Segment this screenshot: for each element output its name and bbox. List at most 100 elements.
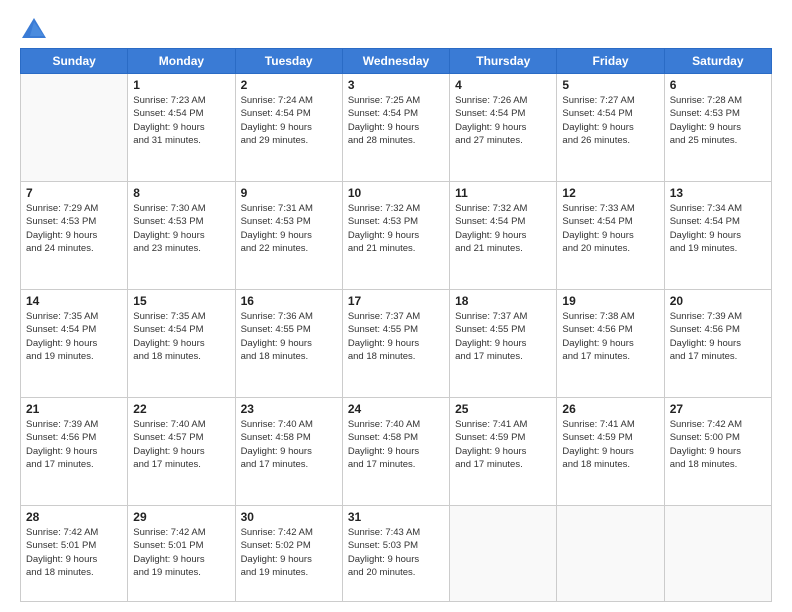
calendar-cell: 14 Sunrise: 7:35 AM Sunset: 4:54 PM Dayli… bbox=[21, 290, 128, 398]
day-number: 21 bbox=[26, 402, 122, 416]
calendar-cell: 29 Sunrise: 7:42 AM Sunset: 5:01 PM Dayli… bbox=[128, 506, 235, 602]
calendar-cell: 25 Sunrise: 7:41 AM Sunset: 4:59 PM Dayli… bbox=[450, 398, 557, 506]
calendar-week-row: 7 Sunrise: 7:29 AM Sunset: 4:53 PM Daylig… bbox=[21, 182, 772, 290]
day-number: 5 bbox=[562, 78, 658, 92]
day-info: Sunrise: 7:42 AM Sunset: 5:01 PM Dayligh… bbox=[133, 526, 229, 579]
day-info: Sunrise: 7:35 AM Sunset: 4:54 PM Dayligh… bbox=[26, 310, 122, 363]
header bbox=[20, 16, 772, 44]
calendar-cell: 6 Sunrise: 7:28 AM Sunset: 4:53 PM Daylig… bbox=[664, 74, 771, 182]
calendar-cell: 5 Sunrise: 7:27 AM Sunset: 4:54 PM Daylig… bbox=[557, 74, 664, 182]
day-info: Sunrise: 7:38 AM Sunset: 4:56 PM Dayligh… bbox=[562, 310, 658, 363]
day-info: Sunrise: 7:37 AM Sunset: 4:55 PM Dayligh… bbox=[455, 310, 551, 363]
calendar-cell: 20 Sunrise: 7:39 AM Sunset: 4:56 PM Dayli… bbox=[664, 290, 771, 398]
calendar-day-header: Monday bbox=[128, 49, 235, 74]
calendar-cell: 23Sunrise: 7:40 AM Sunset: 4:58 PM Dayli… bbox=[235, 398, 342, 506]
calendar-day-header: Tuesday bbox=[235, 49, 342, 74]
calendar-cell: 2 Sunrise: 7:24 AM Sunset: 4:54 PM Daylig… bbox=[235, 74, 342, 182]
day-number: 19 bbox=[562, 294, 658, 308]
day-number: 23 bbox=[241, 402, 337, 416]
calendar-cell bbox=[21, 74, 128, 182]
calendar-day-header: Wednesday bbox=[342, 49, 449, 74]
calendar-week-row: 1 Sunrise: 7:23 AM Sunset: 4:54 PM Daylig… bbox=[21, 74, 772, 182]
page: SundayMondayTuesdayWednesdayThursdayFrid… bbox=[0, 0, 792, 612]
calendar-cell: 4 Sunrise: 7:26 AM Sunset: 4:54 PM Daylig… bbox=[450, 74, 557, 182]
day-number: 7 bbox=[26, 186, 122, 200]
calendar-cell: 8Sunrise: 7:30 AM Sunset: 4:53 PM Daylig… bbox=[128, 182, 235, 290]
calendar-day-header: Sunday bbox=[21, 49, 128, 74]
calendar-cell: 19 Sunrise: 7:38 AM Sunset: 4:56 PM Dayli… bbox=[557, 290, 664, 398]
calendar-cell: 7 Sunrise: 7:29 AM Sunset: 4:53 PM Daylig… bbox=[21, 182, 128, 290]
day-info: Sunrise: 7:36 AM Sunset: 4:55 PM Dayligh… bbox=[241, 310, 337, 363]
day-number: 18 bbox=[455, 294, 551, 308]
calendar-day-header: Friday bbox=[557, 49, 664, 74]
calendar-cell: 21Sunrise: 7:39 AM Sunset: 4:56 PM Dayli… bbox=[21, 398, 128, 506]
day-info: Sunrise: 7:34 AM Sunset: 4:54 PM Dayligh… bbox=[670, 202, 766, 255]
calendar-week-row: 28Sunrise: 7:42 AM Sunset: 5:01 PM Dayli… bbox=[21, 506, 772, 602]
logo-icon bbox=[20, 16, 48, 44]
calendar-cell: 1 Sunrise: 7:23 AM Sunset: 4:54 PM Daylig… bbox=[128, 74, 235, 182]
day-info: Sunrise: 7:23 AM Sunset: 4:54 PM Dayligh… bbox=[133, 94, 229, 147]
day-number: 24 bbox=[348, 402, 444, 416]
day-number: 30 bbox=[241, 510, 337, 524]
day-info: Sunrise: 7:42 AM Sunset: 5:01 PM Dayligh… bbox=[26, 526, 122, 579]
calendar-cell: 10 Sunrise: 7:32 AM Sunset: 4:53 PM Dayli… bbox=[342, 182, 449, 290]
calendar-cell: 17 Sunrise: 7:37 AM Sunset: 4:55 PM Dayli… bbox=[342, 290, 449, 398]
day-info: Sunrise: 7:41 AM Sunset: 4:59 PM Dayligh… bbox=[562, 418, 658, 471]
day-info: Sunrise: 7:35 AM Sunset: 4:54 PM Dayligh… bbox=[133, 310, 229, 363]
day-info: Sunrise: 7:37 AM Sunset: 4:55 PM Dayligh… bbox=[348, 310, 444, 363]
calendar-cell: 31 Sunrise: 7:43 AM Sunset: 5:03 PM Dayli… bbox=[342, 506, 449, 602]
calendar-cell: 28Sunrise: 7:42 AM Sunset: 5:01 PM Dayli… bbox=[21, 506, 128, 602]
calendar-cell bbox=[450, 506, 557, 602]
day-number: 15 bbox=[133, 294, 229, 308]
day-number: 31 bbox=[348, 510, 444, 524]
day-info: Sunrise: 7:32 AM Sunset: 4:54 PM Dayligh… bbox=[455, 202, 551, 255]
day-info: Sunrise: 7:40 AM Sunset: 4:57 PM Dayligh… bbox=[133, 418, 229, 471]
day-info: Sunrise: 7:26 AM Sunset: 4:54 PM Dayligh… bbox=[455, 94, 551, 147]
calendar-week-row: 21Sunrise: 7:39 AM Sunset: 4:56 PM Dayli… bbox=[21, 398, 772, 506]
calendar-header-row: SundayMondayTuesdayWednesdayThursdayFrid… bbox=[21, 49, 772, 74]
day-info: Sunrise: 7:31 AM Sunset: 4:53 PM Dayligh… bbox=[241, 202, 337, 255]
calendar-cell bbox=[557, 506, 664, 602]
day-number: 3 bbox=[348, 78, 444, 92]
calendar-cell: 9Sunrise: 7:31 AM Sunset: 4:53 PM Daylig… bbox=[235, 182, 342, 290]
calendar-cell bbox=[664, 506, 771, 602]
day-info: Sunrise: 7:24 AM Sunset: 4:54 PM Dayligh… bbox=[241, 94, 337, 147]
calendar-cell: 12Sunrise: 7:33 AM Sunset: 4:54 PM Dayli… bbox=[557, 182, 664, 290]
day-info: Sunrise: 7:43 AM Sunset: 5:03 PM Dayligh… bbox=[348, 526, 444, 579]
day-number: 14 bbox=[26, 294, 122, 308]
day-number: 11 bbox=[455, 186, 551, 200]
day-number: 17 bbox=[348, 294, 444, 308]
day-info: Sunrise: 7:40 AM Sunset: 4:58 PM Dayligh… bbox=[348, 418, 444, 471]
day-number: 16 bbox=[241, 294, 337, 308]
day-info: Sunrise: 7:41 AM Sunset: 4:59 PM Dayligh… bbox=[455, 418, 551, 471]
day-info: Sunrise: 7:39 AM Sunset: 4:56 PM Dayligh… bbox=[670, 310, 766, 363]
calendar-table: SundayMondayTuesdayWednesdayThursdayFrid… bbox=[20, 48, 772, 602]
calendar-week-row: 14 Sunrise: 7:35 AM Sunset: 4:54 PM Dayli… bbox=[21, 290, 772, 398]
day-number: 22 bbox=[133, 402, 229, 416]
day-number: 12 bbox=[562, 186, 658, 200]
calendar-cell: 3 Sunrise: 7:25 AM Sunset: 4:54 PM Daylig… bbox=[342, 74, 449, 182]
day-number: 2 bbox=[241, 78, 337, 92]
day-info: Sunrise: 7:42 AM Sunset: 5:00 PM Dayligh… bbox=[670, 418, 766, 471]
day-info: Sunrise: 7:29 AM Sunset: 4:53 PM Dayligh… bbox=[26, 202, 122, 255]
day-number: 1 bbox=[133, 78, 229, 92]
day-info: Sunrise: 7:32 AM Sunset: 4:53 PM Dayligh… bbox=[348, 202, 444, 255]
calendar-cell: 24 Sunrise: 7:40 AM Sunset: 4:58 PM Dayli… bbox=[342, 398, 449, 506]
day-number: 29 bbox=[133, 510, 229, 524]
day-number: 6 bbox=[670, 78, 766, 92]
calendar-cell: 30 Sunrise: 7:42 AM Sunset: 5:02 PM Dayli… bbox=[235, 506, 342, 602]
day-number: 10 bbox=[348, 186, 444, 200]
day-number: 8 bbox=[133, 186, 229, 200]
calendar-cell: 26 Sunrise: 7:41 AM Sunset: 4:59 PM Dayli… bbox=[557, 398, 664, 506]
calendar-cell: 16 Sunrise: 7:36 AM Sunset: 4:55 PM Dayli… bbox=[235, 290, 342, 398]
day-number: 4 bbox=[455, 78, 551, 92]
day-info: Sunrise: 7:25 AM Sunset: 4:54 PM Dayligh… bbox=[348, 94, 444, 147]
day-number: 25 bbox=[455, 402, 551, 416]
day-info: Sunrise: 7:27 AM Sunset: 4:54 PM Dayligh… bbox=[562, 94, 658, 147]
day-info: Sunrise: 7:28 AM Sunset: 4:53 PM Dayligh… bbox=[670, 94, 766, 147]
day-number: 13 bbox=[670, 186, 766, 200]
day-number: 20 bbox=[670, 294, 766, 308]
day-info: Sunrise: 7:42 AM Sunset: 5:02 PM Dayligh… bbox=[241, 526, 337, 579]
day-number: 26 bbox=[562, 402, 658, 416]
day-number: 27 bbox=[670, 402, 766, 416]
